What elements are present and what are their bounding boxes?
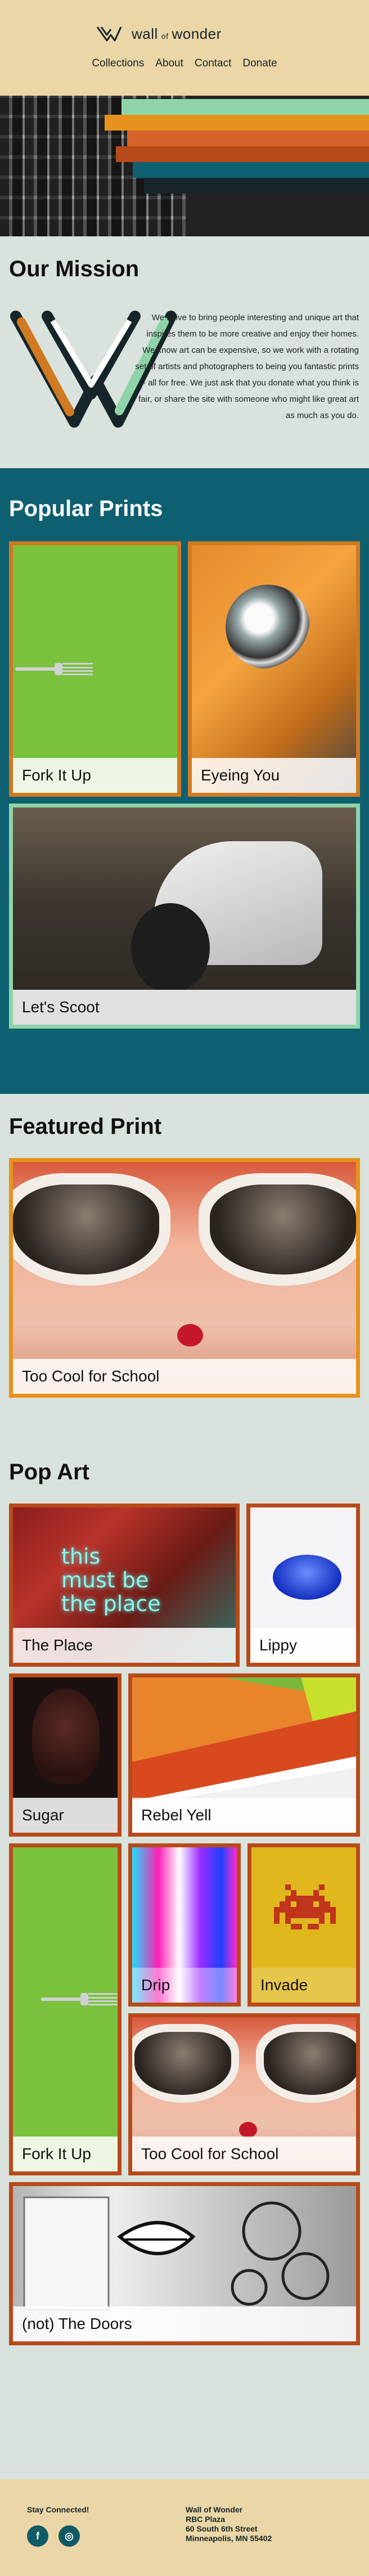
skull-shape [32,1689,100,1784]
art-card-fork[interactable]: Fork It Up [9,1843,122,2175]
art-card-sugar[interactable]: Sugar [9,1673,122,1837]
sunglasses-lens-right [264,2032,356,2095]
popular-section: Popular Prints Fork It Up Eyeing You Let… [0,468,369,1094]
print-caption: Fork It Up [13,758,177,793]
neon-sign-text: this must be the place [61,1544,161,1616]
mission-section: Our Mission We strive to bring people in… [0,236,369,468]
main-nav: Collections About Contact Donate [0,57,369,70]
print-card-scooter[interactable]: Let's Scoot [9,804,360,1029]
art-card-too-cool[interactable]: Too Cool for School [128,2013,360,2175]
nav-contact[interactable]: Contact [195,57,231,70]
art-caption: Sugar [13,1798,118,1833]
art-card-not-the-doors[interactable]: (not) The Doors [9,2182,360,2345]
art-caption: Lippy [250,1628,356,1663]
art-caption: Rebel Yell [132,1798,356,1833]
lips-shape [273,1555,341,1600]
address-line-1: RBC Plaza [186,2515,226,2524]
footer-address: Wall of Wonder RBC Plaza 60 South 6th St… [186,2505,272,2543]
featured-caption: Too Cool for School [13,1359,356,1394]
popular-title: Popular Prints [9,496,163,521]
print-image [13,545,177,793]
instagram-icon[interactable]: ◎ [58,2525,80,2547]
site-footer: Stay Connected! f ◎ Wall of Wonder RBC P… [0,2479,369,2576]
nav-about[interactable]: About [155,57,183,70]
print-image [192,545,356,793]
print-caption: Let's Scoot [13,990,356,1025]
featured-section: Featured Print Too Cool for School [0,1094,369,1431]
art-caption: Fork It Up [13,2137,118,2171]
art-caption: Drip [132,1968,237,2003]
hero-banner [0,96,369,236]
scooter-wheel-shape [131,903,210,993]
popart-title: Pop Art [9,1460,89,1484]
lips-shape [239,2122,257,2138]
art-image [13,1847,118,2171]
art-card-invade[interactable]: Invade [248,1843,360,2007]
art-caption: Invade [251,1968,356,2003]
mission-title: Our Mission [9,257,140,281]
fork-icon [41,1993,118,2005]
brand-logo[interactable]: wall of wonder [96,24,222,44]
art-card-lippy[interactable]: Lippy [246,1504,360,1667]
fork-icon [15,663,93,675]
wow-logo-icon [96,26,122,42]
site-header: wall of wonder Collections About Contact D… [0,0,369,96]
sunglasses-lens-left [13,1184,159,1274]
art-caption: (not) The Doors [13,2306,356,2341]
featured-card[interactable]: Too Cool for School [9,1158,360,1398]
nav-donate[interactable]: Donate [242,57,277,70]
mission-text: We strive to bring people interesting an… [135,313,359,420]
brand-wordmark: wall of wonder [132,25,222,42]
print-card-fork[interactable]: Fork It Up [9,541,181,797]
print-caption: Eyeing You [192,758,356,793]
address-line-2: 60 South 6th Street [186,2524,258,2533]
sunglasses-lens-left [134,2032,231,2095]
art-card-the-place[interactable]: this must be the place The Place [9,1504,240,1667]
headlight-shape [226,585,310,669]
popart-section: Pop Art this must be the place The Place… [0,1431,369,2479]
art-card-drip[interactable]: Drip [128,1843,241,2007]
address-name: Wall of Wonder [186,2505,243,2514]
art-caption: The Place [13,1628,236,1663]
facebook-icon[interactable]: f [27,2525,48,2547]
stay-connected-label: Stay Connected! [27,2505,89,2514]
featured-title: Featured Print [9,1114,162,1139]
art-card-rebel-yell[interactable]: Rebel Yell [128,1673,360,1837]
nav-collections[interactable]: Collections [92,57,144,70]
art-caption: Too Cool for School [132,2137,356,2171]
space-invader-icon [274,1884,336,1929]
lips-shape [177,1324,203,1347]
address-city: Minneapolis, MN 55402 [186,2534,272,2543]
print-card-car[interactable]: Eyeing You [188,541,360,797]
sunglasses-lens-right [210,1184,356,1274]
